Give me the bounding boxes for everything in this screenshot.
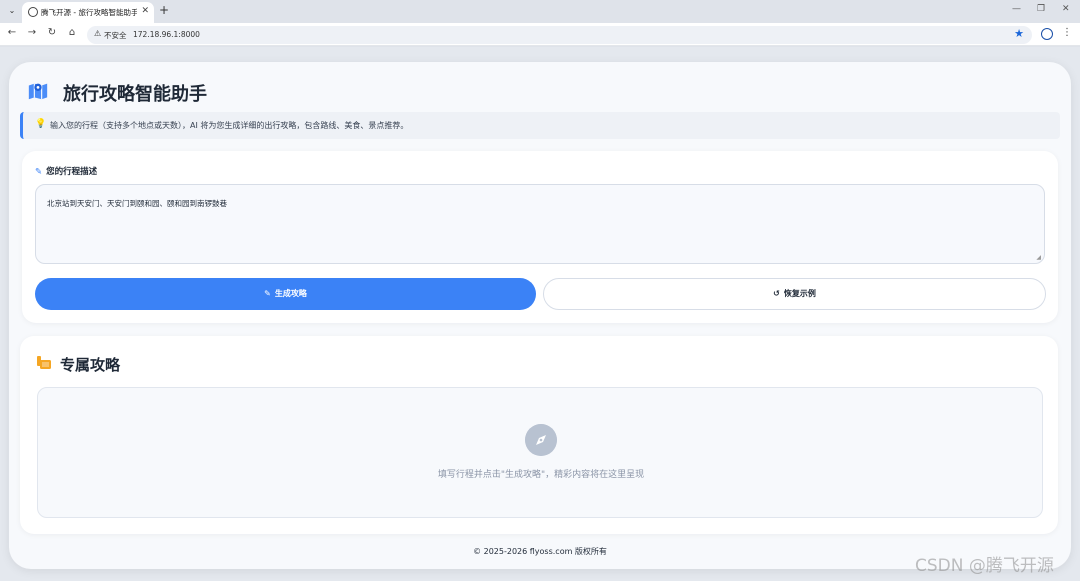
footer-copyright: © 2025-2026 flyoss.com 版权所有	[473, 547, 607, 556]
itinerary-label: 您的行程描述	[46, 167, 98, 177]
page-viewport: 旅行攻略智能助手 💡 输入您的行程（支持多个地点或天数），AI 将为您生成详细的…	[0, 47, 1080, 581]
itinerary-label-row: ✎ 您的行程描述	[35, 165, 97, 177]
tab-close-icon[interactable]: ✕	[141, 6, 149, 16]
menu-kebab-icon[interactable]: ⋮	[1062, 27, 1072, 38]
url-text: 172.18.96.1:8000	[133, 30, 200, 39]
profile-icon[interactable]	[1041, 28, 1053, 40]
new-tab-button[interactable]: +	[159, 3, 169, 17]
hint-banner: 💡 输入您的行程（支持多个地点或天数），AI 将为您生成详细的出行攻略，包含路线…	[20, 112, 1060, 139]
security-label: 不安全	[104, 31, 127, 40]
pencil-icon: ✎	[264, 289, 271, 298]
back-icon[interactable]: ←	[5, 27, 19, 38]
restore-button-label: 恢复示例	[783, 289, 816, 298]
result-title: 专属攻略	[60, 356, 121, 374]
browser-tab-bar: ⌄ 腾飞开源 - 旅行攻略智能助手 ✕ + — ❐ ✕	[0, 0, 1080, 23]
tab-search-button[interactable]: ⌄	[4, 3, 20, 19]
compass-icon	[525, 424, 557, 456]
bookmark-star-icon[interactable]: ★	[1014, 27, 1024, 40]
resize-handle-icon[interactable]: ◢	[1036, 254, 1041, 261]
restore-example-button[interactable]: ↺ 恢复示例	[543, 278, 1046, 310]
restore-icon[interactable]: ❐	[1037, 4, 1045, 14]
itinerary-text: 北京站到天安门、天安门到颐和园、颐和园到南锣鼓巷	[47, 199, 227, 208]
tab-title: 腾飞开源 - 旅行攻略智能助手	[41, 8, 137, 17]
generate-button-label: 生成攻略	[274, 289, 307, 298]
globe-icon	[28, 7, 38, 17]
generate-guide-button[interactable]: ✎ 生成攻略	[35, 278, 536, 310]
reload-icon[interactable]: ↻	[45, 27, 59, 38]
result-placeholder-area: 填写行程并点击"生成攻略"，精彩内容将在这里呈现	[37, 387, 1043, 518]
map-icon	[28, 83, 48, 100]
browser-toolbar: ← → ↻ ⌂ ⚠ 不安全 172.18.96.1:8000 ★ ⋮	[0, 23, 1080, 46]
home-icon[interactable]: ⌂	[65, 27, 79, 38]
browser-tab[interactable]: 腾飞开源 - 旅行攻略智能助手 ✕	[22, 2, 154, 23]
pencil-icon: ✎	[35, 167, 43, 177]
itinerary-input-card: ✎ 您的行程描述 北京站到天安门、天安门到颐和园、颐和园到南锣鼓巷 ◢ ✎ 生成攻略…	[22, 151, 1058, 323]
hint-text: 输入您的行程（支持多个地点或天数），AI 将为您生成详细的出行攻略，包含路线、美…	[50, 121, 409, 130]
itinerary-textarea[interactable]: 北京站到天安门、天安门到颐和园、颐和园到南锣鼓巷 ◢	[35, 184, 1045, 264]
undo-icon: ↺	[773, 289, 780, 298]
scroll-icon	[37, 356, 51, 369]
page-title: 旅行攻略智能助手	[63, 84, 207, 105]
result-card: 专属攻略 填写行程并点击"生成攻略"，精彩内容将在这里呈现	[20, 336, 1058, 534]
minimize-icon[interactable]: —	[1012, 4, 1021, 14]
warning-icon: ⚠	[94, 29, 102, 38]
result-placeholder-text: 填写行程并点击"生成攻略"，精彩内容将在这里呈现	[437, 470, 645, 480]
close-window-icon[interactable]: ✕	[1062, 4, 1070, 14]
forward-icon[interactable]: →	[25, 27, 39, 38]
lightbulb-icon: 💡	[35, 119, 47, 129]
watermark-text: CSDN @腾飞开源	[915, 556, 1054, 576]
app-container: 旅行攻略智能助手 💡 输入您的行程（支持多个地点或天数），AI 将为您生成详细的…	[9, 62, 1071, 569]
address-bar[interactable]: ⚠ 不安全 172.18.96.1:8000 ★	[87, 26, 1032, 44]
